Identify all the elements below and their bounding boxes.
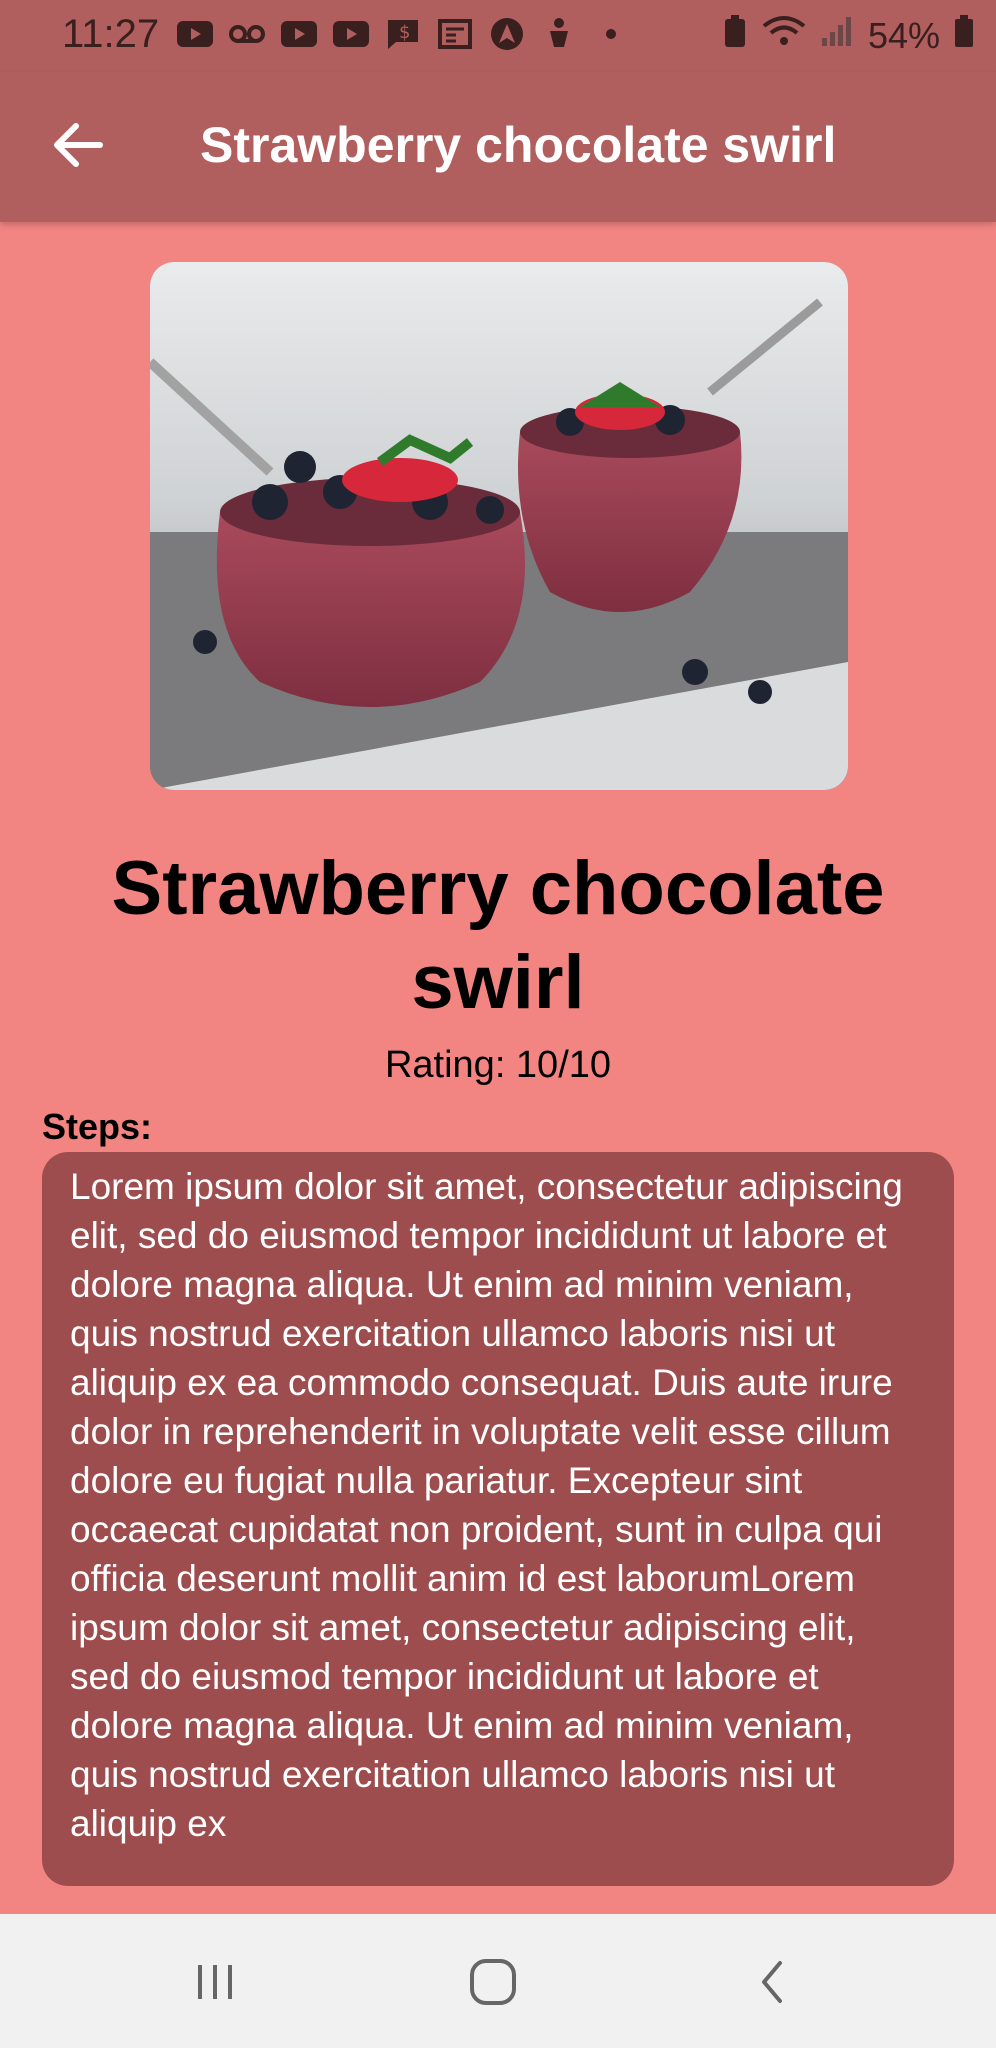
notification-icons: $ — [176, 18, 630, 50]
steps-label: Steps: — [42, 1106, 153, 1147]
battery-icon — [954, 14, 974, 57]
recipe-rating: Rating: 10/10 — [384, 1044, 612, 1086]
vpn-icon — [488, 18, 526, 50]
recipe-title: Strawberry chocolate swirl — [111, 846, 885, 1025]
recent-apps-icon — [198, 1965, 232, 1999]
app-bar-title: Strawberry chocolate swirl — [200, 117, 837, 173]
wifi-icon — [762, 14, 806, 57]
system-back-button[interactable] — [738, 1952, 808, 2012]
news-icon — [436, 18, 474, 50]
steps-box[interactable]: Lorem ipsum dolor sit amet, consectetur … — [42, 1152, 954, 1886]
accessibility-icon — [540, 18, 578, 50]
status-bar: 11:27 $ 54% — [0, 0, 996, 72]
back-icon — [762, 1961, 782, 2003]
navigation-bar — [0, 1914, 996, 2048]
svg-text:$: $ — [399, 22, 410, 43]
voicemail-icon — [228, 18, 266, 50]
steps-text: Lorem ipsum dolor sit amet, consectetur … — [70, 1166, 903, 1844]
youtube-icon — [176, 18, 214, 50]
youtube-icon — [280, 18, 318, 50]
recent-apps-button[interactable] — [180, 1952, 250, 2012]
back-button[interactable] — [44, 110, 114, 180]
recipe-image — [150, 262, 848, 790]
status-time: 11:27 — [62, 12, 160, 56]
battery-saver-icon — [722, 14, 748, 57]
app-bar: Strawberry chocolate swirl — [0, 72, 996, 222]
signal-icon — [820, 14, 854, 57]
arrow-left-icon — [54, 123, 103, 167]
youtube-icon — [332, 18, 370, 50]
system-icons: 54% — [722, 14, 974, 57]
dot-icon — [592, 18, 630, 50]
home-icon — [470, 1959, 516, 2005]
money-message-icon: $ — [384, 18, 422, 50]
home-button[interactable] — [458, 1952, 528, 2012]
battery-percent: 54% — [867, 14, 940, 56]
